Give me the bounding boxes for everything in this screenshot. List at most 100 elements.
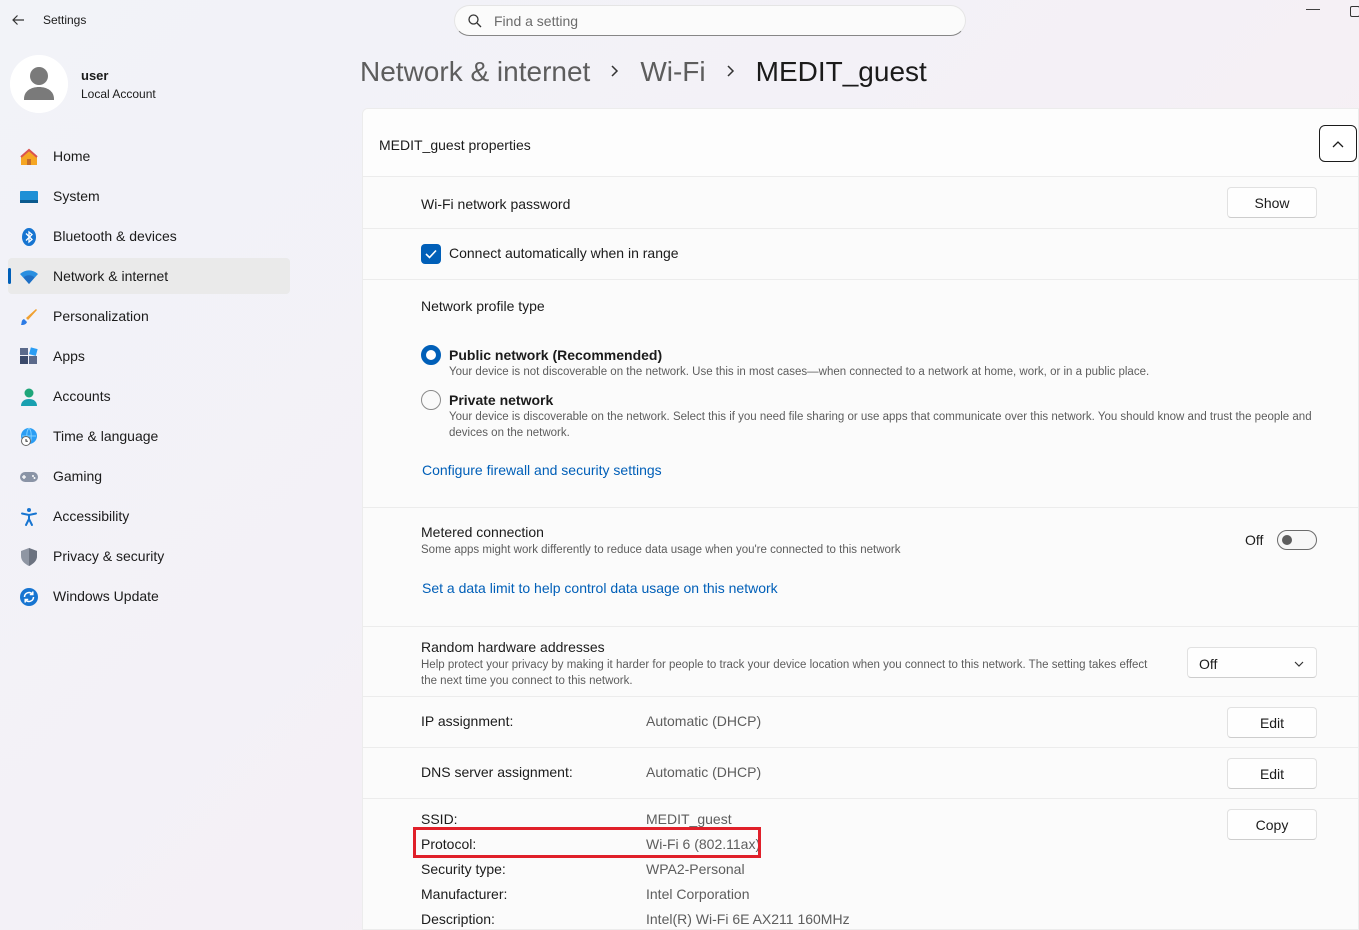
user-card[interactable]: user Local Account [10, 53, 310, 113]
security-type-value: WPA2-Personal [646, 861, 745, 877]
properties-panel: MEDIT_guest properties Wi-Fi network pas… [362, 108, 1359, 930]
sidebar-item-label: Windows Update [53, 588, 159, 604]
user-avatar-icon [10, 55, 68, 113]
edit-ip-button[interactable]: Edit [1227, 707, 1317, 738]
divider [363, 507, 1358, 508]
sidebar-item-gaming[interactable]: Gaming [8, 458, 290, 494]
accessibility-icon [19, 507, 39, 527]
copy-properties-button[interactable]: Copy [1227, 809, 1317, 840]
ip-assignment-label: IP assignment: [421, 713, 514, 729]
globe-clock-icon [19, 427, 39, 447]
sidebar-item-label: System [53, 188, 100, 204]
firewall-settings-link[interactable]: Configure firewall and security settings [422, 462, 662, 478]
sidebar-item-windows-update[interactable]: Windows Update [8, 578, 290, 614]
title-bar: Settings — [0, 0, 1359, 40]
wifi-icon [19, 267, 39, 287]
sidebar-item-personalization[interactable]: Personalization [8, 298, 290, 334]
description-label: Description: [421, 911, 495, 927]
breadcrumb-network[interactable]: Network & internet [360, 56, 590, 88]
sidebar-item-label: Accounts [53, 388, 111, 404]
random-hw-dropdown[interactable]: Off [1187, 647, 1317, 678]
sidebar-item-label: Bluetooth & devices [53, 228, 177, 244]
sidebar-item-apps[interactable]: Apps [8, 338, 290, 374]
data-limit-link[interactable]: Set a data limit to help control data us… [422, 580, 778, 596]
divider [363, 228, 1358, 229]
breadcrumb-current: MEDIT_guest [755, 56, 927, 87]
metered-toggle-state: Off [1245, 532, 1264, 548]
gamepad-icon [19, 467, 39, 487]
profile-type-heading: Network profile type [421, 298, 545, 314]
system-icon [19, 187, 39, 207]
search-box[interactable] [454, 5, 966, 36]
manufacturer-value: Intel Corporation [646, 886, 750, 902]
auto-connect-checkbox[interactable] [421, 244, 441, 264]
edit-dns-button[interactable]: Edit [1227, 758, 1317, 789]
avatar [10, 55, 68, 113]
breadcrumb-wifi[interactable]: Wi-Fi [640, 56, 705, 88]
sidebar-item-label: Gaming [53, 468, 103, 484]
checkmark-icon [425, 249, 437, 259]
divider [363, 626, 1358, 627]
divider [363, 798, 1358, 799]
update-icon [19, 587, 39, 607]
dropdown-value: Off [1199, 656, 1218, 672]
security-type-label: Security type: [421, 861, 506, 877]
breadcrumb: Network & internet Wi-Fi MEDIT_guest [360, 52, 927, 92]
private-network-radio[interactable] [421, 390, 441, 410]
sidebar-item-network[interactable]: Network & internet [8, 258, 290, 294]
search-icon [468, 14, 482, 28]
bluetooth-icon [19, 227, 39, 247]
sidebar-item-label: Home [53, 148, 91, 164]
sidebar-item-time-language[interactable]: Time & language [8, 418, 290, 454]
sidebar-item-bluetooth[interactable]: Bluetooth & devices [8, 218, 290, 254]
sidebar-item-accessibility[interactable]: Accessibility [8, 498, 290, 534]
chevron-down-icon [1294, 661, 1304, 667]
sidebar-item-privacy-security[interactable]: Privacy & security [8, 538, 290, 574]
metered-toggle[interactable] [1277, 530, 1317, 550]
divider [363, 279, 1358, 280]
app-title: Settings [43, 13, 87, 27]
random-hw-label: Random hardware addresses [421, 639, 605, 655]
private-network-description: Your device is discoverable on the netwo… [449, 411, 1312, 439]
user-name: user [81, 68, 109, 83]
search-input[interactable] [494, 11, 934, 31]
divider [363, 696, 1358, 697]
sidebar-item-home[interactable]: Home [8, 138, 290, 174]
minimize-button[interactable]: — [1306, 0, 1322, 20]
back-arrow-icon [12, 15, 24, 25]
maximize-button[interactable] [1350, 6, 1359, 17]
toggle-knob [1282, 535, 1292, 545]
metered-connection-label: Metered connection [421, 524, 544, 540]
back-button[interactable] [6, 8, 30, 32]
ssid-value: MEDIT_guest [646, 811, 732, 827]
ip-assignment-value: Automatic (DHCP) [646, 713, 762, 729]
user-account-type: Local Account [81, 87, 156, 101]
collapse-button[interactable] [1319, 125, 1357, 162]
home-icon [19, 147, 39, 167]
metered-connection-description: Some apps might work differently to redu… [421, 544, 901, 556]
protocol-label: Protocol: [421, 836, 477, 852]
private-network-label: Private network [449, 392, 554, 408]
auto-connect-label: Connect automatically when in range [449, 245, 679, 261]
password-label: Wi-Fi network password [421, 196, 571, 212]
sidebar-item-accounts[interactable]: Accounts [8, 378, 290, 414]
sidebar-nav: Home System Bluetooth & devices Network … [8, 138, 290, 618]
sidebar-item-label: Apps [53, 348, 85, 364]
panel-header[interactable]: MEDIT_guest properties [363, 109, 1358, 177]
chevron-right-icon [726, 62, 736, 83]
dns-assignment-label: DNS server assignment: [421, 764, 573, 780]
public-network-radio[interactable] [421, 345, 441, 365]
ssid-label: SSID: [421, 811, 458, 827]
sidebar-item-label: Network & internet [53, 268, 169, 284]
accounts-icon [19, 387, 39, 407]
chevron-right-icon [610, 62, 620, 83]
show-password-button[interactable]: Show [1227, 187, 1317, 218]
sidebar-item-system[interactable]: System [8, 178, 290, 214]
protocol-value: Wi-Fi 6 (802.11ax) [646, 836, 761, 852]
brush-icon [19, 307, 39, 327]
sidebar-item-label: Time & language [53, 428, 159, 444]
public-network-label: Public network (Recommended) [449, 347, 663, 363]
public-network-description: Your device is not discoverable on the n… [449, 366, 1150, 378]
active-indicator [8, 268, 11, 284]
description-value: Intel(R) Wi-Fi 6E AX211 160MHz [646, 911, 850, 927]
